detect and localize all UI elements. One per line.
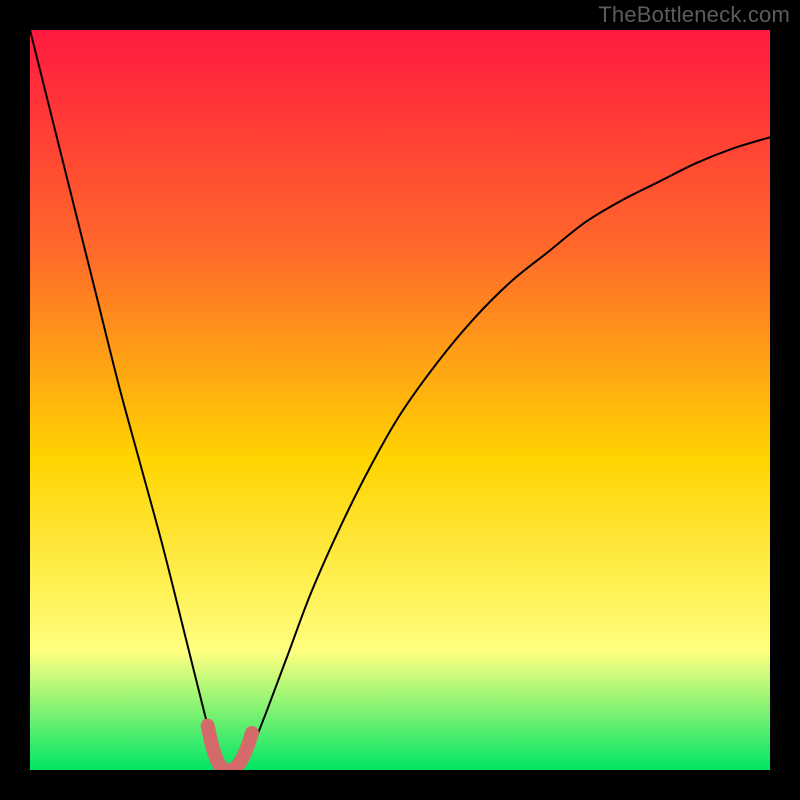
chart-frame: TheBottleneck.com [0, 0, 800, 800]
bottleneck-plot [30, 30, 770, 770]
watermark-text: TheBottleneck.com [598, 2, 790, 28]
gradient-background [30, 30, 770, 770]
